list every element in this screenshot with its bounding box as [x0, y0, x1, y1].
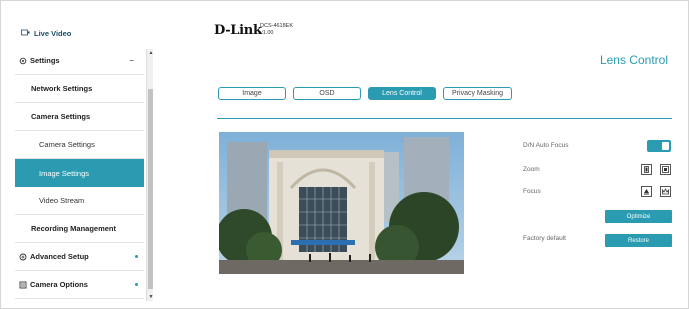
focus-label: Focus [523, 188, 541, 195]
sidebar-item-label: Camera Settings [39, 140, 95, 149]
optimize-button[interactable]: Optimize [605, 210, 672, 223]
sidebar-subitem-image-settings[interactable]: Image Settings [15, 159, 144, 187]
sidebar-item-label: Advanced Setup [30, 252, 89, 261]
app-window: Live Video Settings – Network Settings C… [0, 0, 689, 309]
scroll-up-arrow-icon[interactable]: ▲ [147, 49, 153, 57]
tab-lens-control[interactable]: Lens Control [368, 87, 436, 100]
scrollbar-thumb[interactable] [148, 89, 153, 289]
sidebar-item-camera-settings[interactable]: Camera Settings [15, 103, 144, 131]
zoom-label: Zoom [523, 166, 540, 173]
dn-auto-focus-label: D/N Auto Focus [523, 142, 569, 149]
live-video-label: Live Video [34, 29, 72, 38]
tab-divider [217, 118, 672, 119]
device-info: DCS-4618EK v1.00 [260, 23, 293, 37]
sidebar-item-advanced-setup[interactable]: Advanced Setup [15, 243, 144, 271]
restore-button[interactable]: Restore [605, 234, 672, 247]
dlink-logo: D-Link [214, 23, 262, 38]
sidebar-item-label: Camera Options [30, 280, 88, 289]
expand-icon[interactable] [135, 255, 138, 258]
sidebar-item-label: Video Stream [39, 196, 85, 205]
sidebar-item-label: Settings [30, 56, 60, 65]
sidebar: Live Video Settings – Network Settings C… [15, 21, 153, 301]
sidebar-item-camera-options[interactable]: Camera Options [15, 271, 144, 299]
sidebar-item-label: Image Settings [39, 168, 90, 178]
sidebar-item-recording-management[interactable]: Recording Management [15, 215, 144, 243]
tab-osd[interactable]: OSD [293, 87, 361, 100]
page-title: Lens Control [599, 53, 668, 67]
dn-auto-focus-toggle[interactable] [647, 140, 671, 152]
model-name: DCS-4618EK [260, 23, 294, 29]
video-camera-icon [21, 29, 30, 38]
sidebar-item-network-settings[interactable]: Network Settings [15, 75, 144, 103]
gear-icon [19, 57, 27, 65]
sidebar-subitem-video-stream[interactable]: Video Stream [15, 187, 144, 215]
sidebar-subitem-camera-settings[interactable]: Camera Settings [15, 131, 144, 159]
firmware-version: v1.00 [260, 30, 274, 36]
camera-options-icon [19, 281, 27, 289]
sidebar-item-settings[interactable]: Settings – [15, 47, 144, 75]
sidebar-item-label: Recording Management [31, 224, 117, 233]
focus-near-icon[interactable] [641, 186, 652, 197]
focus-far-icon[interactable] [660, 186, 671, 197]
sidebar-item-label: Camera Settings [31, 112, 91, 121]
sidebar-item-label: Network Settings [31, 84, 93, 93]
tab-privacy-masking[interactable]: Privacy Masking [443, 87, 512, 100]
camera-preview-image [219, 132, 464, 274]
zoom-in-icon[interactable] [641, 164, 652, 175]
live-video-link[interactable]: Live Video [21, 29, 71, 38]
zoom-out-icon[interactable] [660, 164, 671, 175]
tab-image[interactable]: Image [218, 87, 286, 100]
scroll-down-arrow-icon[interactable]: ▼ [147, 293, 153, 301]
advanced-setup-icon [19, 253, 27, 261]
collapse-icon[interactable]: – [130, 56, 134, 65]
expand-icon[interactable] [135, 283, 138, 286]
factory-default-label: Factory default [523, 235, 566, 242]
sidebar-scrollbar[interactable]: ▲ ▼ [146, 49, 153, 301]
